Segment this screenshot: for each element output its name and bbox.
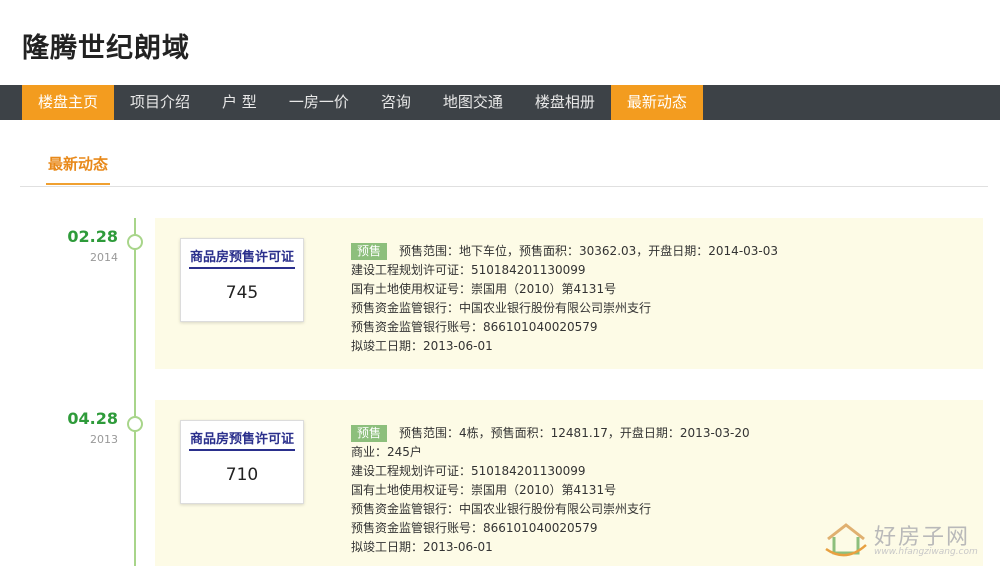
timeline-node: [127, 416, 143, 432]
info-row: 预售资金监管银行账号：866101040020579: [351, 521, 598, 535]
watermark-url: www.hfangziwang.com: [874, 547, 978, 557]
permit-title-rule: [189, 449, 295, 451]
info-row: 拟竣工日期：2013-06-01: [351, 339, 493, 353]
nav-item-latest-news[interactable]: 最新动态: [610, 85, 703, 120]
permit-number: 745: [225, 283, 259, 303]
watermark: 好房子网 www.hfangziwang.com: [812, 515, 992, 563]
entry-date: 04.28: [67, 409, 118, 428]
info-row: 商业：245户: [351, 445, 422, 459]
site-title: 隆腾世纪朗域: [22, 33, 190, 64]
info-row: 国有土地使用权证号：崇国用（2010）第4131号: [351, 282, 617, 296]
info-row: 预售资金监管银行：中国农业银行股份有限公司崇州支行: [351, 301, 652, 315]
section-divider: [20, 186, 988, 187]
nav-item-floor-plans[interactable]: 户 型: [206, 85, 273, 120]
main-navbar: 楼盘主页 项目介绍 户 型 一房一价 咨询 地图交通 楼盘相册 最新动态: [0, 85, 1000, 120]
info-row: 国有土地使用权证号：崇国用（2010）第4131号: [351, 483, 617, 497]
section-tab-latest-news[interactable]: 最新动态: [48, 153, 108, 174]
info-text: 预售范围：4栋，预售面积：12481.17，开盘日期：2013-03-20: [399, 426, 750, 440]
permit-title-rule: [189, 267, 295, 269]
info-row: 预售资金监管银行：中国农业银行股份有限公司崇州支行: [351, 502, 652, 516]
presale-permit-badge: 商品房预售许可证 745: [180, 238, 304, 322]
entry-year: 2014: [90, 251, 118, 264]
info-row: 拟竣工日期：2013-06-01: [351, 540, 493, 554]
entry-info: 预售 预售范围：4栋，预售面积：12481.17，开盘日期：2013-03-20 …: [351, 424, 750, 557]
presale-permit-badge: 商品房预售许可证 710: [180, 420, 304, 504]
entry-year: 2013: [90, 433, 118, 446]
entry-card: 商品房预售许可证 745 预售 预售范围：地下车位，预售面积：30362.03，开…: [155, 218, 983, 369]
permit-number: 710: [225, 465, 259, 485]
info-row-scope: 预售 预售范围：4栋，预售面积：12481.17，开盘日期：2013-03-20: [351, 424, 750, 443]
house-logo-icon: [825, 523, 867, 557]
info-row: 建设工程规划许可证：510184201130099: [351, 464, 586, 478]
section-tab-underline: [46, 183, 110, 185]
entry-date: 02.28: [67, 227, 118, 246]
info-row: 建设工程规划许可证：510184201130099: [351, 263, 586, 277]
presale-tag: 预售: [351, 425, 388, 442]
nav-item-photo-album[interactable]: 楼盘相册: [519, 85, 611, 120]
nav-item-unit-prices[interactable]: 一房一价: [273, 85, 365, 120]
nav-item-home[interactable]: 楼盘主页: [22, 85, 115, 120]
info-row-scope: 预售 预售范围：地下车位，预售面积：30362.03，开盘日期：2014-03-0…: [351, 242, 778, 261]
nav-item-project-intro[interactable]: 项目介绍: [114, 85, 206, 120]
presale-tag: 预售: [351, 243, 388, 260]
nav-item-consult[interactable]: 咨询: [365, 85, 427, 120]
permit-title: 商品房预售许可证: [189, 432, 294, 447]
nav-item-map-traffic[interactable]: 地图交通: [427, 85, 519, 120]
info-row: 预售资金监管银行账号：866101040020579: [351, 320, 598, 334]
timeline-line: [134, 218, 136, 566]
timeline-node: [127, 234, 143, 250]
info-text: 预售范围：地下车位，预售面积：30362.03，开盘日期：2014-03-03: [399, 244, 779, 258]
entry-info: 预售 预售范围：地下车位，预售面积：30362.03，开盘日期：2014-03-0…: [351, 242, 778, 356]
permit-title: 商品房预售许可证: [189, 250, 294, 265]
